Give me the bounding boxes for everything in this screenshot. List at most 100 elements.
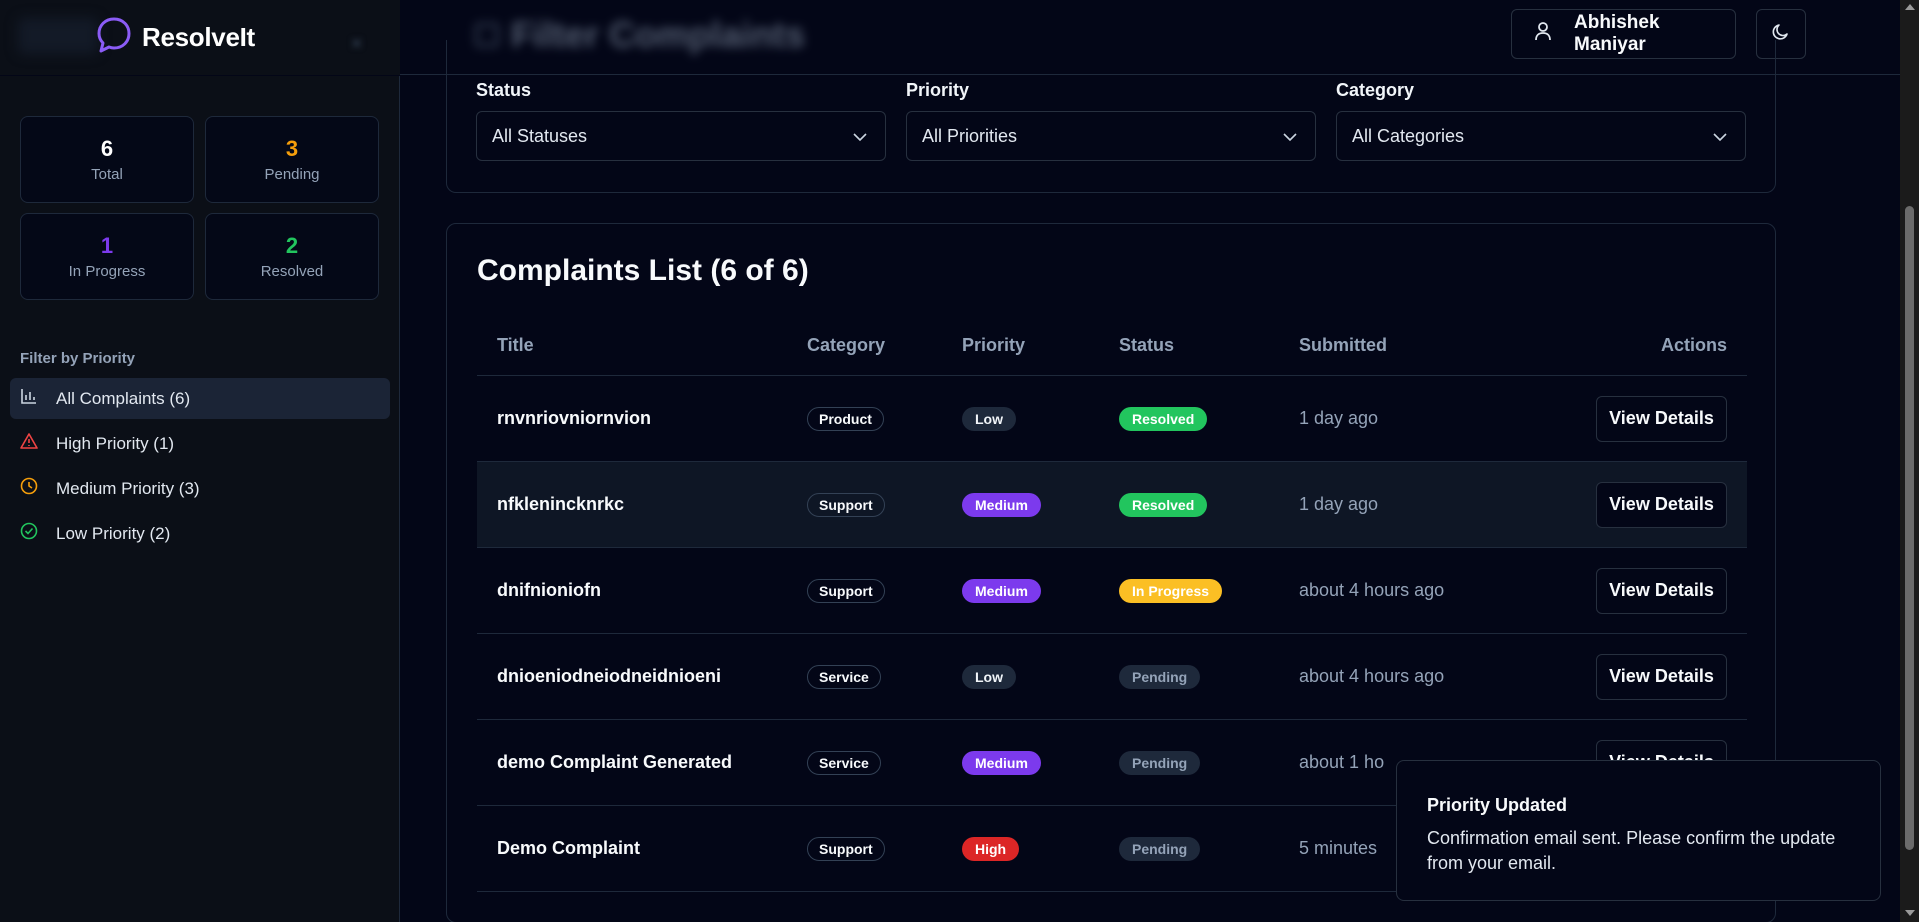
priority-cell: Medium bbox=[962, 578, 1119, 603]
column-header-actions: Actions bbox=[1660, 335, 1727, 355]
stat-label: Resolved bbox=[260, 263, 324, 280]
status-badge: Resolved bbox=[1119, 406, 1208, 431]
priority-select-value: All Priorities bbox=[922, 125, 1018, 146]
priority-cell: Medium bbox=[962, 492, 1119, 517]
app-name: ResolveIt bbox=[142, 22, 255, 52]
category-filter-label: Category bbox=[1336, 80, 1415, 100]
priority-badge: Medium bbox=[962, 578, 1041, 603]
filter-by-priority-heading: Filter by Priority bbox=[20, 350, 136, 367]
category-cell: Service bbox=[807, 750, 962, 775]
toast-notification[interactable]: Priority Updated Confirmation email sent… bbox=[1396, 760, 1881, 901]
priority-badge: Low bbox=[962, 406, 1016, 431]
status-select[interactable]: All Statuses bbox=[476, 111, 886, 161]
sidebar-item-high-priority[interactable]: High Priority (1) bbox=[10, 423, 390, 464]
priority-filter: Priority All Priorities bbox=[906, 80, 1316, 161]
priority-badge: Low bbox=[962, 664, 1016, 689]
priority-select[interactable]: All Priorities bbox=[906, 111, 1316, 161]
status-badge: Pending bbox=[1119, 836, 1201, 861]
priority-badge: High bbox=[962, 836, 1020, 861]
category-select-value: All Categories bbox=[1352, 125, 1465, 146]
stat-in-progress: 1 In Progress bbox=[20, 213, 194, 300]
priority-cell: High bbox=[962, 836, 1119, 861]
status-badge: Pending bbox=[1119, 664, 1201, 689]
stat-label: Pending bbox=[264, 166, 320, 183]
category-badge: Service bbox=[807, 664, 881, 689]
sidebar-item-all-complaints[interactable]: All Complaints (6) bbox=[10, 378, 390, 419]
status-cell: Pending bbox=[1119, 750, 1299, 775]
bar-chart-icon bbox=[20, 387, 38, 410]
actions-cell: View Details bbox=[1549, 567, 1747, 614]
submitted-time: about 4 hours ago bbox=[1299, 666, 1445, 686]
alert-triangle-icon bbox=[20, 432, 38, 455]
sidebar-item-low-priority[interactable]: Low Priority (2) bbox=[10, 513, 390, 554]
category-select[interactable]: All Categories bbox=[1336, 111, 1746, 161]
stat-pending: 3 Pending bbox=[205, 116, 379, 203]
status-cell: Pending bbox=[1119, 664, 1299, 689]
scroll-up-arrow-icon[interactable] bbox=[1905, 4, 1915, 10]
column-header-submitted: Submitted bbox=[1299, 335, 1387, 355]
table-row: dnifnioniofn Support Medium In Progress abou… bbox=[477, 548, 1747, 634]
submitted-time: 1 day ago bbox=[1299, 408, 1379, 428]
page-scrollbar[interactable] bbox=[1900, 0, 1919, 922]
category-badge: Service bbox=[807, 750, 881, 775]
stat-value: 6 bbox=[100, 136, 114, 161]
column-header-status: Status bbox=[1119, 335, 1175, 355]
clock-icon bbox=[20, 477, 38, 500]
category-cell: Support bbox=[807, 836, 962, 861]
sidebar-header: ResolveIt ✕ bbox=[0, 0, 400, 75]
view-details-button[interactable]: View Details bbox=[1596, 395, 1727, 442]
status-cell: Resolved bbox=[1119, 406, 1299, 431]
table-row: dnioeniodneiodneidnioeni Service Low Pendin… bbox=[477, 634, 1747, 720]
category-cell: Product bbox=[807, 406, 962, 431]
priority-filter-label: Priority bbox=[906, 80, 970, 100]
sidebar-item-medium-priority[interactable]: Medium Priority (3) bbox=[10, 468, 390, 509]
stat-value: 3 bbox=[285, 136, 299, 161]
status-badge: Resolved bbox=[1119, 492, 1208, 517]
toast-message: Confirmation email sent. Please confirm … bbox=[1427, 828, 1836, 873]
scrollbar-thumb[interactable] bbox=[1905, 206, 1914, 850]
complaints-list-title: Complaints List (6 of 6) bbox=[477, 254, 809, 287]
category-badge: Product bbox=[807, 406, 884, 431]
status-select-value: All Statuses bbox=[492, 125, 588, 146]
status-cell: Resolved bbox=[1119, 492, 1299, 517]
complaint-title: dnioeniodneiodneidnioeni bbox=[497, 666, 721, 686]
stat-label: Total bbox=[91, 166, 123, 183]
complaint-title: demo Complaint Generated bbox=[497, 752, 733, 772]
status-cell: In Progress bbox=[1119, 578, 1299, 603]
table-row: rnvnriovniornvion Product Low Resolved 1 day… bbox=[477, 376, 1747, 462]
status-badge: In Progress bbox=[1119, 578, 1223, 603]
view-details-button[interactable]: View Details bbox=[1596, 653, 1727, 700]
column-header-title: Title bbox=[497, 335, 534, 355]
status-filter: Status All Statuses bbox=[476, 80, 886, 161]
priority-filter-list: All Complaints (6) High Priority (1) Med… bbox=[10, 378, 390, 558]
category-cell: Support bbox=[807, 578, 962, 603]
actions-cell: View Details bbox=[1549, 653, 1747, 700]
app-logo[interactable]: ResolveIt bbox=[96, 16, 255, 59]
table-row: nfklenincknrkc Support Medium Resolved 1 day… bbox=[477, 462, 1747, 548]
column-header-priority: Priority bbox=[962, 335, 1026, 355]
complaint-title: dnifnioniofn bbox=[497, 580, 601, 600]
submitted-time: 1 day ago bbox=[1299, 494, 1379, 514]
priority-cell: Low bbox=[962, 664, 1119, 689]
submitted-time: about 4 hours ago bbox=[1299, 580, 1445, 600]
stats-grid: 6 Total 3 Pending 1 In Progress 2 Resolv… bbox=[20, 116, 379, 300]
column-header-category: Category bbox=[807, 335, 886, 355]
table-header: Title Category Priority Status Submitted… bbox=[477, 316, 1747, 376]
status-cell: Pending bbox=[1119, 836, 1299, 861]
stat-label: In Progress bbox=[68, 263, 146, 280]
sidebar-item-label: Low Priority (2) bbox=[56, 523, 171, 543]
scroll-down-arrow-icon[interactable] bbox=[1905, 910, 1915, 916]
category-filter: Category All Categories bbox=[1336, 80, 1746, 161]
category-cell: Service bbox=[807, 664, 962, 689]
sidebar-item-label: All Complaints (6) bbox=[56, 388, 191, 408]
stat-total: 6 Total bbox=[20, 116, 194, 203]
toast-title: Priority Updated bbox=[1427, 795, 1568, 815]
category-cell: Support bbox=[807, 492, 962, 517]
stat-value: 2 bbox=[285, 233, 299, 258]
chevron-down-icon bbox=[1713, 126, 1727, 147]
sidebar-item-label: Medium Priority (3) bbox=[56, 478, 200, 498]
view-details-button[interactable]: View Details bbox=[1596, 481, 1727, 528]
sidebar-close-icon[interactable]: ✕ bbox=[350, 34, 366, 53]
view-details-button[interactable]: View Details bbox=[1596, 567, 1727, 614]
check-circle-icon bbox=[20, 522, 38, 545]
